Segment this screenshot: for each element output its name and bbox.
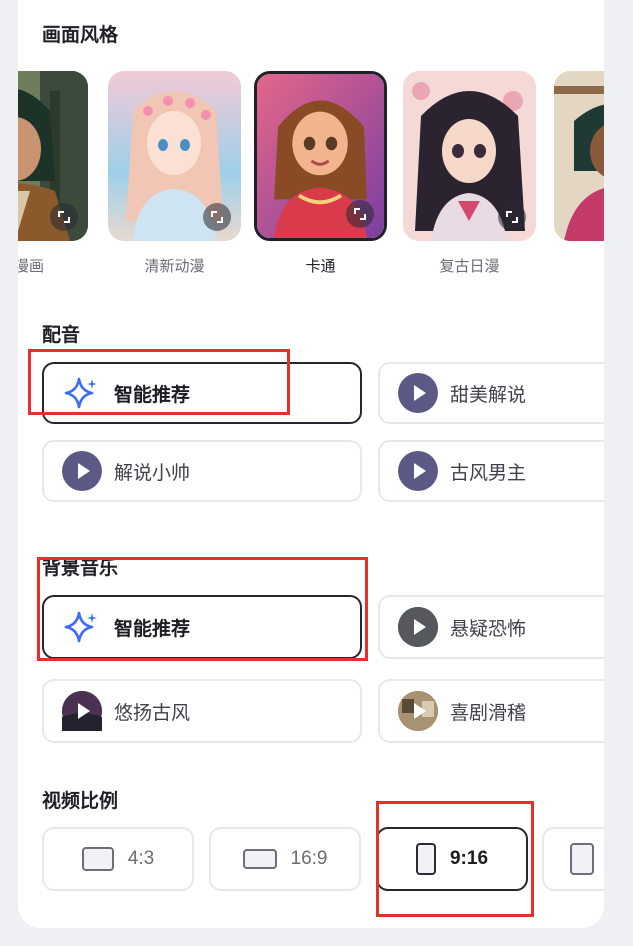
music-option-comedy[interactable]: 喜剧滑稽 xyxy=(378,679,604,743)
sparkle-icon xyxy=(62,607,102,647)
music-option-label: 悬疑恐怖 xyxy=(450,618,527,640)
play-icon[interactable] xyxy=(62,451,102,491)
ratio-label: 9:16 xyxy=(449,848,489,869)
style-carousel[interactable]: 古漫画 清新动漫 xyxy=(18,71,604,275)
voice-option-smart-recommend[interactable]: 智能推荐 xyxy=(42,362,362,424)
expand-icon[interactable] xyxy=(498,203,526,231)
voice-option-label: 甜美解说 xyxy=(450,384,527,406)
play-icon[interactable] xyxy=(398,607,438,647)
expand-icon[interactable] xyxy=(50,203,78,231)
sparkle-icon xyxy=(62,373,102,413)
ratio-label: 16:9 xyxy=(290,848,328,869)
style-label: 黏 xyxy=(554,255,604,276)
style-label: 古漫画 xyxy=(18,258,44,275)
style-label: 清新动漫 xyxy=(144,258,205,275)
voice-option-narrator-guy[interactable]: 解说小帅 xyxy=(42,440,362,502)
ratio-option-16-9[interactable]: 16:9 xyxy=(209,827,361,891)
expand-icon[interactable] xyxy=(203,203,231,231)
voice-option-label: 智能推荐 xyxy=(114,384,191,406)
play-icon[interactable] xyxy=(62,691,102,731)
ratio-option-4-3[interactable]: 4:3 xyxy=(42,827,194,891)
style-label: 复古日漫 xyxy=(439,258,500,275)
voice-option-label: 古风男主 xyxy=(450,462,527,484)
clay-character-image xyxy=(554,71,604,241)
style-label: 卡通 xyxy=(305,258,336,275)
style-thumbnail-selected[interactable] xyxy=(254,71,387,241)
play-icon[interactable] xyxy=(398,451,438,491)
voice-option-label: 解说小帅 xyxy=(114,462,191,484)
play-icon[interactable] xyxy=(398,373,438,413)
portrait-frame-icon xyxy=(570,843,594,875)
widescreen-frame-icon xyxy=(242,849,277,869)
music-option-label: 悠扬古风 xyxy=(114,702,191,724)
landscape-frame-icon xyxy=(81,847,114,871)
style-thumbnail[interactable] xyxy=(18,71,88,241)
ratio-option-more[interactable] xyxy=(542,827,604,891)
music-section-title: 背景音乐 xyxy=(42,558,119,579)
music-option-smart-recommend[interactable]: 智能推荐 xyxy=(42,595,362,659)
style-section-title: 画面风格 xyxy=(42,25,119,46)
expand-icon[interactable] xyxy=(346,200,374,228)
style-thumbnail[interactable] xyxy=(403,71,536,241)
ratio-option-9-16[interactable]: 9:16 xyxy=(376,827,528,891)
voice-option-sweet-narration[interactable]: 甜美解说 xyxy=(378,362,604,424)
music-option-melodious-ancient[interactable]: 悠扬古风 xyxy=(42,679,362,743)
music-option-label: 智能推荐 xyxy=(114,618,191,640)
play-icon[interactable] xyxy=(398,691,438,731)
ratio-label: 4:3 xyxy=(127,848,155,869)
voice-option-ancient-male-lead[interactable]: 古风男主 xyxy=(378,440,604,502)
style-thumbnail[interactable] xyxy=(554,71,604,241)
voice-section-title: 配音 xyxy=(42,325,81,346)
style-thumbnail[interactable] xyxy=(108,71,241,241)
portrait-frame-icon xyxy=(415,843,436,875)
music-option-label: 喜剧滑稽 xyxy=(450,702,527,724)
music-option-suspense-horror[interactable]: 悬疑恐怖 xyxy=(378,595,604,659)
settings-panel: 画面风格 古漫画 xyxy=(18,0,604,928)
ratio-section-title: 视频比例 xyxy=(42,791,119,812)
